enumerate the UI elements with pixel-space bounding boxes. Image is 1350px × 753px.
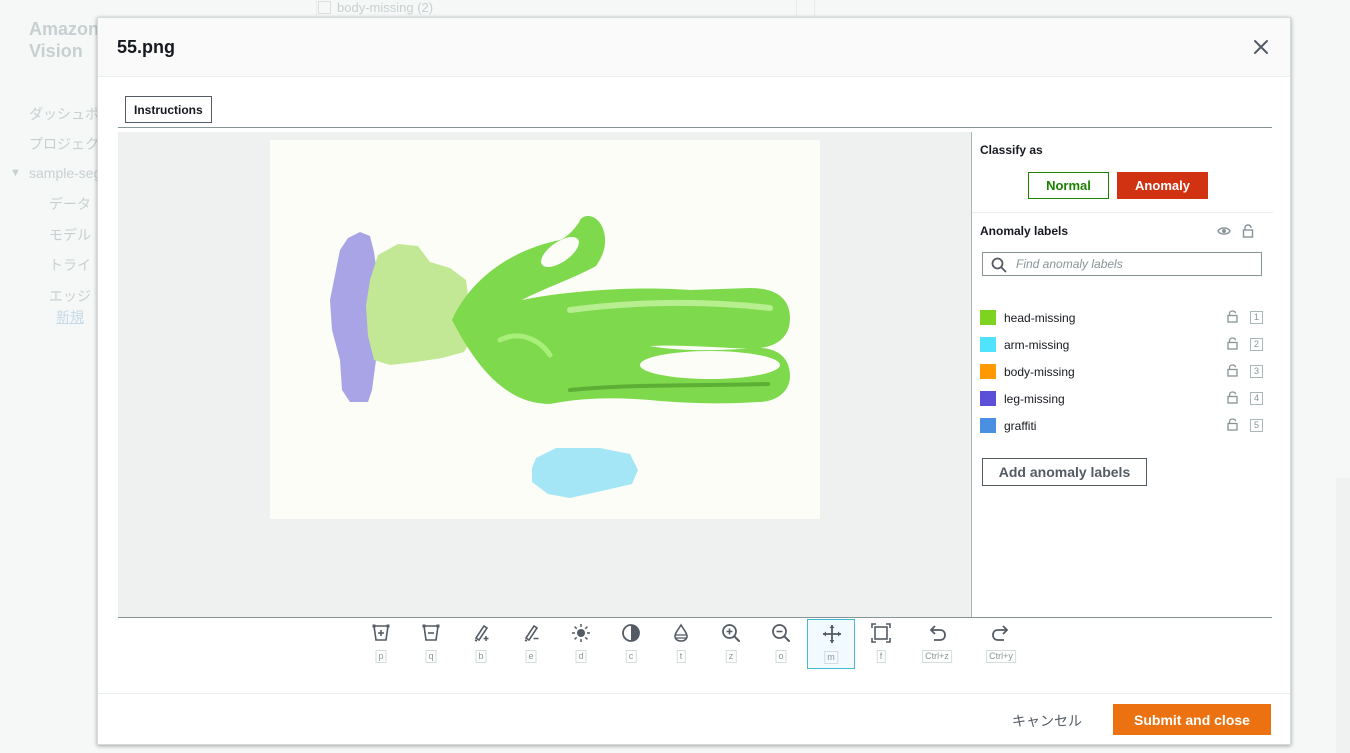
shortcut-key: 3 (1250, 365, 1263, 378)
shortcut-key: e (525, 650, 537, 663)
lock-icon[interactable] (1227, 337, 1238, 350)
close-button[interactable] (1250, 36, 1272, 58)
search-icon (991, 257, 1007, 273)
shortcut-key: b (475, 650, 487, 663)
shortcut-key: d (575, 650, 587, 663)
image-content (330, 216, 790, 498)
zoom-in-tool[interactable]: z (707, 619, 755, 669)
label-color-swatch (980, 418, 996, 433)
shortcut-key: Ctrl+z (922, 650, 952, 663)
lock-icon[interactable] (1227, 364, 1238, 377)
label-item-arm-missing[interactable]: arm-missing 2 (980, 335, 1265, 355)
annotated-image[interactable] (270, 140, 820, 519)
cancel-button[interactable]: キャンセル (1004, 706, 1090, 736)
label-name: leg-missing (1004, 392, 1065, 406)
brightness-tool[interactable]: d (557, 619, 605, 669)
zoom-out-icon (772, 624, 790, 642)
modal-title: 55.png (117, 37, 176, 57)
shortcut-key: q (425, 650, 437, 663)
label-name: graffiti (1004, 419, 1037, 433)
label-name: head-missing (1004, 311, 1076, 325)
modal-header: 55.png (98, 18, 1290, 77)
anomaly-button[interactable]: Anomaly (1117, 172, 1208, 199)
instructions-button[interactable]: Instructions (125, 96, 212, 123)
redo-icon (992, 625, 1009, 641)
brush-add-icon (474, 624, 489, 642)
search-input[interactable] (1014, 255, 1254, 273)
shortcut-key: o (775, 650, 787, 663)
shortcut-key: 1 (1250, 311, 1263, 324)
shortcut-key: Ctrl+y (986, 650, 1016, 663)
mask-head-missing (366, 244, 476, 365)
contrast-tool[interactable]: c (607, 619, 655, 669)
shortcut-key: f (876, 650, 886, 663)
anomaly-labels-title: Anomaly labels (980, 224, 1069, 238)
add-anomaly-labels-button[interactable]: Add anomaly labels (982, 458, 1147, 486)
close-icon (1254, 40, 1268, 54)
shortcut-key: z (725, 650, 737, 663)
lock-all-icon[interactable] (1242, 224, 1254, 238)
droplet-icon (674, 623, 688, 642)
fit-screen-icon (871, 623, 891, 643)
brush-erase-tool[interactable]: e (507, 619, 555, 669)
zoom-out-tool[interactable]: o (757, 619, 805, 669)
transparency-tool[interactable]: t (657, 619, 705, 669)
eye-icon[interactable] (1217, 225, 1231, 237)
lock-icon[interactable] (1227, 391, 1238, 404)
normal-button[interactable]: Normal (1028, 172, 1109, 199)
shortcut-key: 5 (1250, 419, 1263, 432)
polygon-add-tool[interactable]: p (357, 619, 405, 669)
label-item-body-missing[interactable]: body-missing 3 (980, 362, 1265, 382)
shortcut-key: m (824, 651, 838, 664)
polygon-subtract-icon (422, 624, 440, 641)
shortcut-key: t (676, 650, 686, 663)
annotation-canvas[interactable] (118, 132, 971, 617)
classify-title: Classify as (980, 143, 1043, 157)
divider (118, 617, 1272, 618)
divider (972, 212, 1273, 213)
polygon-add-icon (372, 624, 390, 641)
label-item-leg-missing[interactable]: leg-missing 4 (980, 389, 1265, 409)
divider (98, 693, 1290, 694)
move-tool[interactable]: m (807, 619, 855, 669)
label-name: body-missing (1004, 365, 1075, 379)
shortcut-key: 4 (1250, 392, 1263, 405)
submit-and-close-button[interactable]: Submit and close (1113, 704, 1271, 735)
shortcut-key: 2 (1250, 338, 1263, 351)
label-item-head-missing[interactable]: head-missing 1 (980, 308, 1265, 328)
label-name: arm-missing (1004, 338, 1070, 352)
brush-add-tool[interactable]: b (457, 619, 505, 669)
label-item-graffiti[interactable]: graffiti 5 (980, 416, 1265, 436)
label-color-swatch (980, 310, 996, 325)
annotation-modal: 55.png Instructions Classify as Normal A… (97, 17, 1291, 745)
label-color-swatch (980, 337, 996, 352)
contrast-icon (622, 624, 640, 642)
mask-arm-missing (532, 448, 638, 498)
move-icon (823, 625, 841, 643)
shortcut-key: p (375, 650, 387, 663)
undo-icon (929, 625, 946, 641)
label-color-swatch (980, 391, 996, 406)
toy-object (452, 216, 790, 404)
brightness-icon (572, 624, 590, 642)
redo-tool[interactable]: Ctrl+y (977, 619, 1025, 669)
polygon-subtract-tool[interactable]: q (407, 619, 455, 669)
labels-panel: Classify as Normal Anomaly Anomaly label… (971, 132, 1273, 617)
zoom-in-icon (722, 624, 740, 642)
label-search[interactable] (982, 252, 1262, 276)
lock-icon[interactable] (1227, 418, 1238, 431)
label-color-swatch (980, 364, 996, 379)
shortcut-key: c (625, 650, 637, 663)
lock-icon[interactable] (1227, 310, 1238, 323)
fit-screen-tool[interactable]: f (857, 619, 905, 669)
undo-tool[interactable]: Ctrl+z (913, 619, 961, 669)
divider (118, 127, 1272, 128)
brush-erase-icon (524, 624, 539, 642)
